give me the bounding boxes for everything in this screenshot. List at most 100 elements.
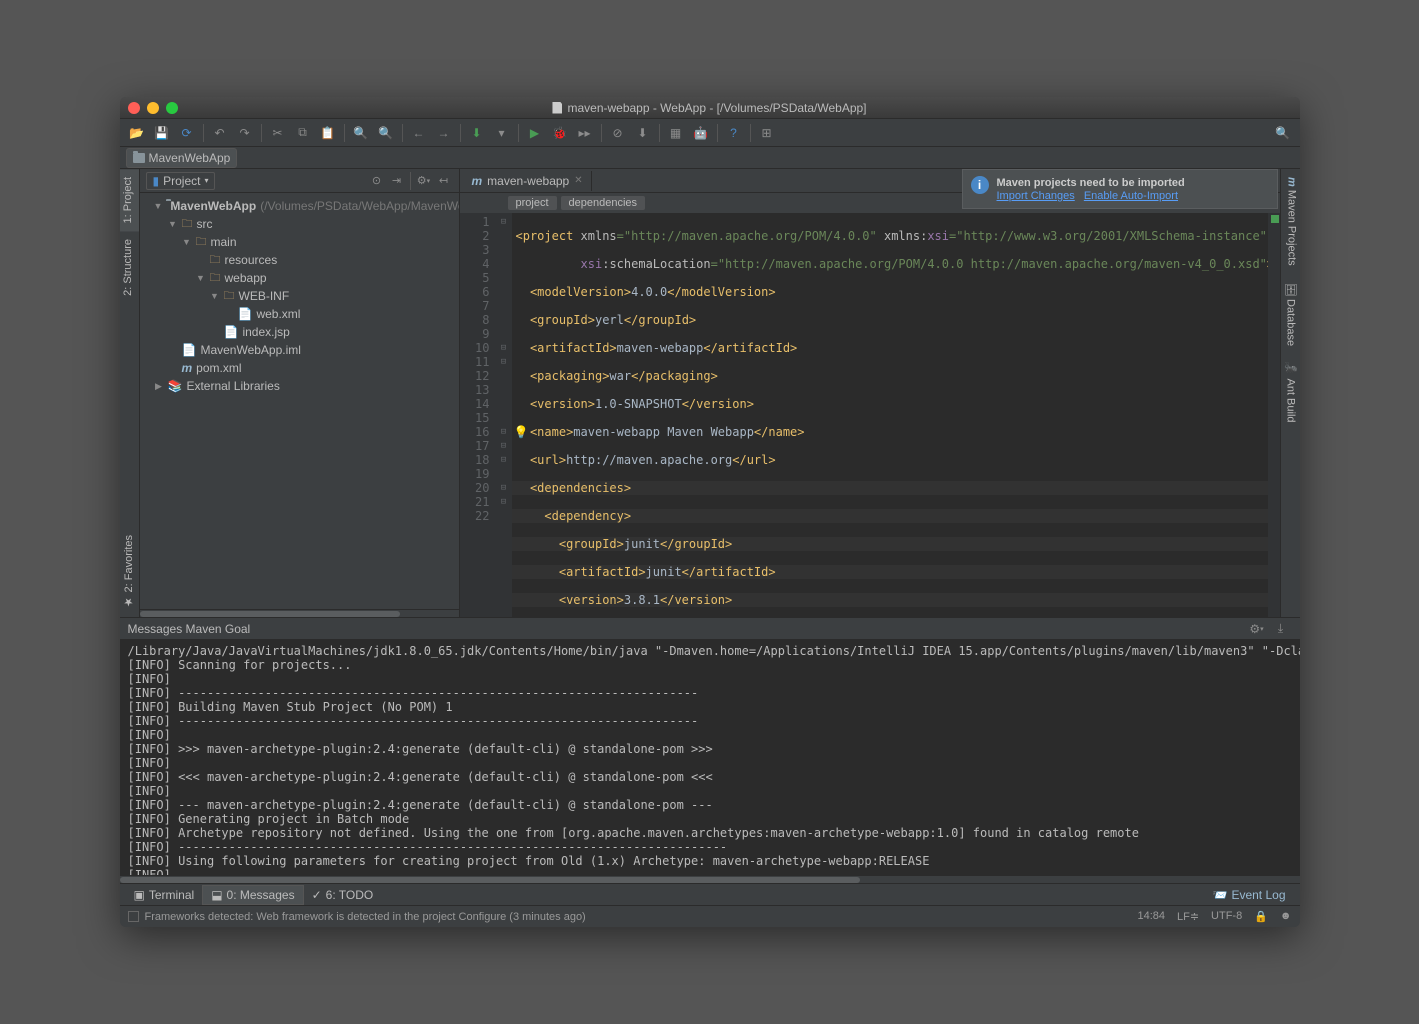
make-icon[interactable]: ⬇︎: [466, 122, 488, 144]
project-panel-header: ▮ Project ▾ ⊙ ⇥ ⚙▾ ↤: [140, 169, 459, 193]
import-changes-link[interactable]: Import Changes: [997, 190, 1075, 202]
ide-window: maven-webapp - WebApp - [/Volumes/PSData…: [120, 97, 1300, 927]
settings-icon[interactable]: ⚙▾: [415, 172, 433, 190]
todo-tab[interactable]: ✓ 6: TODO: [304, 886, 382, 904]
database-tab[interactable]: 🗄 Database: [1281, 274, 1300, 354]
file-icon: [552, 102, 562, 114]
lock-icon[interactable]: 🔒: [1254, 910, 1268, 923]
project-tool-tab[interactable]: 1: Project: [120, 169, 139, 231]
code-editor[interactable]: 12345678910111213141516171819202122 ⊟⊟⊟⊟…: [460, 213, 1280, 617]
caret-position[interactable]: 14:84: [1137, 910, 1165, 923]
project-tree[interactable]: ▼MavenWebApp (/Volumes/PSData/WebApp/Mav…: [140, 193, 459, 609]
fold-gutter[interactable]: ⊟⊟⊟⊟⊟⊟⊟⊟: [496, 213, 512, 617]
right-tool-strip: m Maven Projects 🗄 Database 🐜 Ant Build: [1280, 169, 1300, 617]
tree-node-pom[interactable]: mpom.xml: [140, 359, 459, 377]
line-separator[interactable]: LF≑: [1177, 910, 1199, 923]
separator: [659, 124, 660, 142]
tree-node-webxml[interactable]: 📄web.xml: [140, 305, 459, 323]
run-icon[interactable]: ▶: [524, 122, 546, 144]
project-scrollbar[interactable]: [140, 609, 459, 617]
replace-icon[interactable]: 🔍: [375, 122, 397, 144]
left-tool-strip: 1: Project 2: Structure ★ 2: Favorites: [120, 169, 140, 617]
messages-tab[interactable]: ⬓ 0: Messages: [202, 885, 303, 905]
help-icon[interactable]: ?: [723, 122, 745, 144]
cut-icon[interactable]: ✂: [267, 122, 289, 144]
forward-icon[interactable]: →: [433, 122, 455, 144]
bottom-tool-tabs: ▣ Terminal ⬓ 0: Messages ✓ 6: TODO 📨 Eve…: [120, 883, 1300, 905]
info-icon: i: [971, 176, 989, 194]
messages-title: Messages Maven Goal: [128, 622, 251, 636]
find-icon[interactable]: 🔍: [350, 122, 372, 144]
structure-icon[interactable]: ⊞: [756, 122, 778, 144]
messages-hide-icon[interactable]: ⤓: [1270, 618, 1292, 640]
coverage-icon[interactable]: ▸▸: [574, 122, 596, 144]
breadcrumb-item[interactable]: MavenWebApp: [126, 148, 238, 168]
status-bar: Frameworks detected: Web framework is de…: [120, 905, 1300, 927]
editor-tab-pom[interactable]: m maven-webapp ✕: [464, 171, 592, 191]
close-window-button[interactable]: [128, 102, 140, 114]
paste-icon[interactable]: 📋: [317, 122, 339, 144]
undo-icon[interactable]: ↶: [209, 122, 231, 144]
validation-ok-icon: [1271, 215, 1279, 223]
save-icon[interactable]: 💾: [151, 122, 173, 144]
scroll-from-source-icon[interactable]: ⊙: [368, 172, 386, 190]
editor-area: m maven-webapp ✕ i Maven projects need t…: [460, 169, 1280, 617]
sync-icon[interactable]: ⟳: [176, 122, 198, 144]
editor-tabs: m maven-webapp ✕ i Maven projects need t…: [460, 169, 1280, 193]
messages-scrollbar[interactable]: [120, 875, 1300, 883]
structure-tool-tab[interactable]: 2: Structure: [120, 231, 139, 304]
tree-module-root[interactable]: ▼MavenWebApp (/Volumes/PSData/WebApp/Mav…: [140, 197, 459, 215]
android-icon[interactable]: 🤖: [690, 122, 712, 144]
hector-icon[interactable]: ☻: [1280, 910, 1292, 923]
tree-node-resources[interactable]: 🗀resources: [140, 251, 459, 269]
tree-node-iml[interactable]: 📄MavenWebApp.iml: [140, 341, 459, 359]
back-icon[interactable]: ←: [408, 122, 430, 144]
validation-strip[interactable]: [1268, 213, 1280, 617]
code-content[interactable]: <project xmlns="http://maven.apache.org/…: [512, 213, 1268, 617]
tree-node-webinf[interactable]: ▼🗀WEB-INF: [140, 287, 459, 305]
tree-node-extlibs[interactable]: ▶📚External Libraries: [140, 377, 459, 395]
messages-output[interactable]: /Library/Java/JavaVirtualMachines/jdk1.8…: [120, 640, 1300, 875]
breadcrumb-label: MavenWebApp: [149, 151, 231, 165]
crumb-dependencies[interactable]: dependencies: [561, 196, 646, 210]
separator: [344, 124, 345, 142]
intention-bulb-icon[interactable]: 💡: [514, 425, 529, 439]
zoom-window-button[interactable]: [166, 102, 178, 114]
messages-header: Messages Maven Goal ⚙▾ ⤓: [120, 618, 1300, 640]
maven-projects-tab[interactable]: m Maven Projects: [1281, 169, 1300, 274]
debug-icon[interactable]: 🐞: [549, 122, 571, 144]
tree-node-webapp[interactable]: ▼🗀webapp: [140, 269, 459, 287]
enable-auto-import-link[interactable]: Enable Auto-Import: [1084, 190, 1178, 202]
favorites-tool-tab[interactable]: ★ 2: Favorites: [120, 527, 139, 617]
event-log-tab[interactable]: 📨 Event Log: [1213, 888, 1294, 902]
messages-settings-icon[interactable]: ⚙▾: [1246, 618, 1268, 640]
status-checkbox[interactable]: [128, 911, 139, 922]
tree-node-indexjsp[interactable]: 📄index.jsp: [140, 323, 459, 341]
redo-icon[interactable]: ↷: [234, 122, 256, 144]
avd-icon[interactable]: ▦: [665, 122, 687, 144]
separator: [717, 124, 718, 142]
open-icon[interactable]: 📂: [126, 122, 148, 144]
separator: [203, 124, 204, 142]
copy-icon[interactable]: ⧉: [292, 122, 314, 144]
folder-icon: [133, 153, 145, 163]
tree-node-main[interactable]: ▼🗀main: [140, 233, 459, 251]
line-gutter: 12345678910111213141516171819202122: [460, 213, 496, 617]
hide-icon[interactable]: ↤: [435, 172, 453, 190]
config-dropdown[interactable]: ▾: [491, 122, 513, 144]
stop-icon[interactable]: ⊘: [607, 122, 629, 144]
terminal-tab[interactable]: ▣ Terminal: [126, 886, 203, 904]
minimize-window-button[interactable]: [147, 102, 159, 114]
search-everywhere-icon[interactable]: 🔍: [1272, 122, 1294, 144]
separator: [750, 124, 751, 142]
file-encoding[interactable]: UTF-8: [1211, 910, 1242, 923]
crumb-project[interactable]: project: [508, 196, 557, 210]
collapse-all-icon[interactable]: ⇥: [388, 172, 406, 190]
ant-build-tab[interactable]: 🐜 Ant Build: [1281, 354, 1300, 431]
tree-node-src[interactable]: ▼🗀src: [140, 215, 459, 233]
vcs-icon[interactable]: ⬇: [632, 122, 654, 144]
close-tab-icon[interactable]: ✕: [574, 175, 582, 186]
separator: [460, 124, 461, 142]
project-view-selector[interactable]: ▮ Project ▾: [146, 172, 216, 190]
separator: [261, 124, 262, 142]
